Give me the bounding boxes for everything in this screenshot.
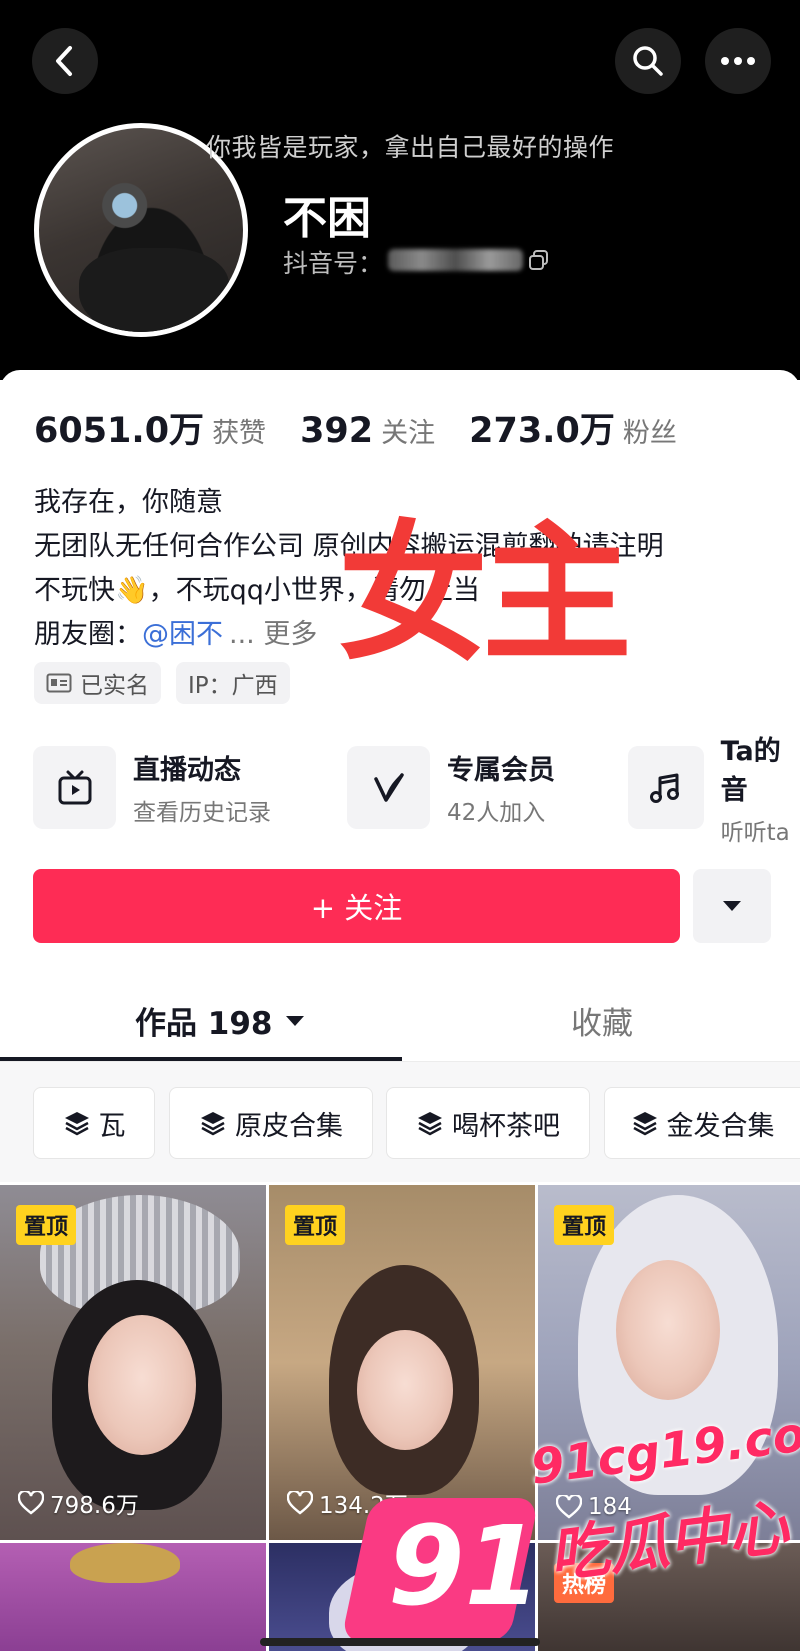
douyin-id-blurred (388, 249, 523, 271)
tab-works[interactable]: 作品 198 (135, 998, 305, 1043)
watermark-number: 91 (388, 1502, 542, 1630)
chevron-left-icon (56, 46, 72, 76)
ellipsis-icon (721, 57, 755, 65)
bio-label: 朋友圈： (34, 619, 142, 650)
music-note-icon (649, 773, 679, 803)
tv-play-icon (58, 770, 91, 804)
service-membership-icon-box (347, 746, 430, 829)
wave-emoji: 👋 (115, 575, 149, 606)
stat-likes-label: 获赞 (212, 418, 267, 449)
service-title: 直播动态 (133, 755, 241, 786)
video-thumbnail[interactable]: 置顶 134.2万 (269, 1185, 535, 1540)
collection-chip[interactable]: 瓦 (33, 1087, 155, 1159)
home-indicator (260, 1638, 540, 1646)
stat-following-value: 392 (300, 411, 374, 451)
service-title: 专属会员 (447, 755, 555, 786)
profile-header: 你我皆是玩家，拿出自己最好的操作 不困 抖音号： (0, 0, 800, 380)
service-music[interactable]: Ta的音 听听ta (628, 736, 800, 846)
collection-label: 瓦 (98, 1110, 126, 1142)
mention-link[interactable]: @困不 (142, 619, 223, 650)
pinned-badge: 置顶 (16, 1205, 77, 1245)
headpiece (70, 1543, 180, 1583)
collection-label: 金发合集 (666, 1110, 775, 1142)
service-subtitle: 42人加入 (447, 800, 546, 826)
like-count: 798.6万 (18, 1486, 139, 1520)
more-options-button[interactable] (705, 28, 771, 94)
bio-line: 朋友圈：@困不... 更多 (34, 612, 317, 651)
video-thumbnail[interactable] (0, 1543, 266, 1651)
signature: 你我皆是玩家，拿出自己最好的操作 (206, 133, 615, 162)
tab-works-label: 作品 198 (135, 1006, 273, 1042)
service-membership[interactable]: 专属会员 42人加入 (347, 745, 555, 830)
heart-icon (287, 1491, 313, 1515)
face (616, 1260, 720, 1400)
stat-following[interactable]: 392 关注 (300, 411, 435, 451)
ip-tag: IP：广西 (176, 662, 290, 704)
nickname: 不困 (283, 193, 371, 244)
stat-following-label: 关注 (381, 418, 436, 449)
search-icon (633, 46, 663, 76)
video-thumbnail[interactable]: 置顶 798.6万 (0, 1185, 266, 1540)
douyin-id-label: 抖音号： (283, 249, 384, 278)
service-title: Ta的音 (720, 735, 781, 806)
stat-likes-value: 6051.0万 (34, 411, 205, 451)
copy-icon[interactable] (528, 249, 550, 271)
layers-icon (64, 1112, 89, 1136)
tab-favorites[interactable]: 收藏 (571, 998, 633, 1043)
more-link[interactable]: ... 更多 (229, 619, 317, 650)
back-button[interactable] (32, 28, 98, 94)
service-live-icon-box (33, 746, 116, 829)
follow-button[interactable]: + 关注 (33, 869, 680, 943)
follow-more-button[interactable] (693, 869, 771, 943)
layers-icon (418, 1112, 442, 1136)
verified-label: 已实名 (80, 673, 149, 699)
service-subtitle: 听听ta (720, 819, 790, 846)
overlay-annotation: 女主 (338, 508, 632, 682)
layers-icon (201, 1112, 225, 1136)
collection-chip[interactable]: 金发合集 (604, 1087, 800, 1159)
bio-text: 不玩快 (34, 575, 115, 606)
search-button[interactable] (615, 28, 681, 94)
triangle-down-icon (723, 901, 741, 911)
collection-chip[interactable]: 喝杯茶吧 (386, 1087, 590, 1159)
id-card-icon (46, 673, 72, 693)
stats-row: 6051.0万 获赞 392 关注 273.0万 粉丝 (34, 402, 677, 453)
bio-line: 我存在，你随意 (34, 487, 223, 518)
verified-tag: 已实名 (34, 662, 161, 704)
like-count-value: 798.6万 (50, 1493, 139, 1519)
stat-likes[interactable]: 6051.0万 获赞 (34, 402, 266, 453)
collection-label: 原皮合集 (235, 1110, 343, 1142)
stat-followers[interactable]: 273.0万 粉丝 (469, 402, 677, 453)
service-music-icon-box (628, 746, 704, 829)
face (357, 1330, 453, 1450)
triangle-down-icon (285, 1015, 304, 1026)
collection-chip[interactable]: 原皮合集 (169, 1087, 373, 1159)
heart-icon (18, 1491, 44, 1515)
service-live[interactable]: 直播动态 查看历史记录 (33, 745, 271, 830)
pinned-badge: 置顶 (554, 1205, 615, 1245)
stat-followers-value: 273.0万 (469, 411, 615, 451)
avatar-mask (79, 248, 229, 332)
pinned-badge: 置顶 (285, 1205, 346, 1245)
v-icon (373, 772, 404, 802)
collection-label: 喝杯茶吧 (452, 1110, 560, 1142)
service-subtitle: 查看历史记录 (133, 800, 271, 826)
face (88, 1315, 196, 1455)
stat-followers-label: 粉丝 (622, 418, 677, 449)
layers-icon (632, 1112, 657, 1136)
